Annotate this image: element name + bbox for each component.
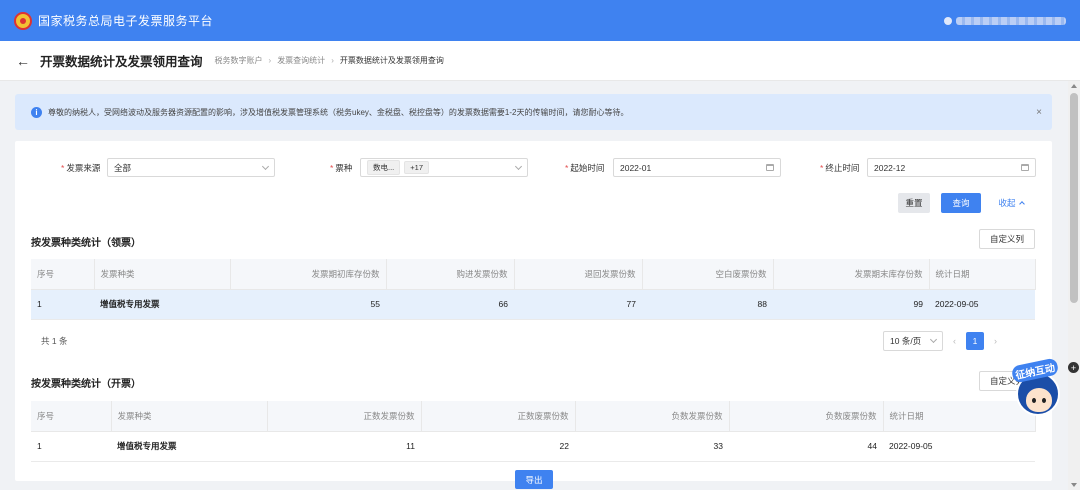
table-cell: 2022-09-05: [883, 431, 1035, 462]
chevron-up-icon: [1018, 201, 1025, 207]
table-cell: 55: [230, 289, 386, 320]
section-title-issue: 按发票种类统计（开票）: [31, 379, 141, 390]
table-cell: 2022-09-05: [929, 289, 1035, 320]
table-cell: 1: [31, 431, 111, 462]
source-label: * 发票来源: [61, 163, 101, 173]
column-header[interactable]: 负数发票份数: [575, 401, 730, 432]
breadcrumb-separator-icon: ›: [331, 56, 334, 65]
tax-emblem-icon: [14, 11, 32, 30]
plus-icon[interactable]: +: [1068, 362, 1079, 373]
notice-text: 尊敬的纳税人，受网络波动及服务器资源配置的影响，涉及增值税发票管理系统（税务uk…: [48, 107, 629, 117]
scroll-up-icon[interactable]: [1071, 84, 1077, 88]
table-cell: 增值税专用发票: [111, 431, 267, 462]
column-header[interactable]: 空白废票份数: [642, 259, 774, 290]
receive-table: 序号 发票种类 发票期初库存份数 购进发票份数 退回发票份数 空白废票份数 发票…: [31, 259, 1036, 320]
scrollbar[interactable]: [1068, 81, 1080, 490]
type-more-tag: +17: [404, 161, 429, 174]
column-header[interactable]: 统计日期: [929, 259, 1036, 290]
table-cell: 11: [267, 431, 421, 462]
collapse-label: 收起: [998, 198, 1016, 208]
assistant-eye: [1032, 398, 1036, 403]
type-select[interactable]: 数电... +17: [360, 158, 528, 177]
table-row[interactable]: 1 增值税专用发票 11 22 33 44 2022-09-05: [31, 431, 1035, 462]
column-header[interactable]: 发票期初库存份数: [230, 259, 387, 290]
table-cell: 66: [386, 289, 514, 320]
user-icon: [944, 16, 952, 25]
table-cell: 44: [729, 431, 883, 462]
page-size-select[interactable]: 10 条/页: [883, 331, 943, 351]
table-cell: 88: [642, 289, 773, 320]
source-value: 全部: [114, 162, 132, 173]
custom-columns-button[interactable]: 自定义列: [979, 229, 1035, 249]
start-label: * 起始时间: [565, 163, 605, 173]
type-tag: 数电...: [367, 160, 401, 175]
source-select[interactable]: 全部: [107, 158, 275, 177]
section-title-receive: 按发票种类统计（领票）: [31, 238, 141, 249]
breadcrumb-item[interactable]: 发票查询统计: [277, 55, 325, 66]
column-header[interactable]: 负数废票份数: [729, 401, 884, 432]
assistant-widget[interactable]: 征纳互动: [1010, 357, 1064, 418]
column-header[interactable]: 购进发票份数: [386, 259, 515, 290]
masked-user-name: [956, 16, 1066, 25]
table-cell: 增值税专用发票: [94, 289, 230, 320]
app-title: 国家税务总局电子发票服务平台: [38, 14, 214, 28]
column-header[interactable]: 退回发票份数: [514, 259, 643, 290]
end-date-picker[interactable]: 2022-12: [867, 158, 1036, 177]
reset-button[interactable]: 重置: [898, 193, 930, 213]
scrollbar-thumb[interactable]: [1070, 93, 1078, 303]
main-content: i 尊敬的纳税人，受网络波动及服务器资源配置的影响，涉及增值税发票管理系统（税务…: [15, 81, 1052, 490]
breadcrumb-separator-icon: ›: [268, 56, 272, 65]
end-label: * 终止时间: [820, 163, 860, 173]
table-row[interactable]: 1 增值税专用发票 55 66 77 88 99 2022-09-05: [31, 289, 1035, 320]
type-label: * 票种: [330, 163, 353, 173]
column-header[interactable]: 正数发票份数: [267, 401, 422, 432]
table-header-row: 序号 发票种类 发票期初库存份数 购进发票份数 退回发票份数 空白废票份数 发票…: [31, 259, 1036, 290]
prev-page-icon[interactable]: ‹: [953, 336, 956, 346]
collapse-button[interactable]: 收起: [991, 193, 1031, 213]
query-button[interactable]: 查询: [941, 193, 981, 213]
close-icon[interactable]: ×: [1036, 107, 1042, 118]
calendar-icon: [766, 164, 774, 171]
scroll-down-icon[interactable]: [1071, 483, 1077, 487]
table-cell: 33: [575, 431, 729, 462]
info-icon: i: [31, 106, 42, 118]
start-date-picker[interactable]: 2022-01: [613, 158, 781, 177]
issue-table: 序号 发票种类 正数发票份数 正数废票份数 负数发票份数 负数废票份数 统计日期…: [31, 401, 1036, 462]
breadcrumb-current: 开票数据统计及发票领用查询: [339, 56, 444, 65]
end-date-value: 2022-12: [874, 162, 906, 173]
query-card: * 发票来源 全部 * 票种 数电... +17 * 起始时间 2022-01 * 终止…: [15, 141, 1052, 481]
assistant-face: [1026, 388, 1052, 412]
user-menu[interactable]: [944, 16, 1066, 25]
table-cell: 99: [773, 289, 929, 320]
calendar-icon: [1021, 164, 1029, 171]
top-bar: 国家税务总局电子发票服务平台: [0, 0, 1080, 41]
column-header[interactable]: 正数废票份数: [421, 401, 576, 432]
back-arrow-icon[interactable]: ←: [16, 53, 30, 69]
column-header[interactable]: 序号: [31, 401, 112, 432]
table-cell: 22: [421, 431, 575, 462]
table-cell: 1: [31, 289, 94, 320]
column-header[interactable]: 序号: [31, 259, 95, 290]
filter-row: * 发票来源 全部 * 票种 数电... +17 * 起始时间 2022-01 * 终止…: [15, 158, 1052, 178]
table-header-row: 序号 发票种类 正数发票份数 正数废票份数 负数发票份数 负数废票份数 统计日期: [31, 401, 1036, 432]
page-size-value: 10 条/页: [890, 336, 922, 346]
chevron-down-icon: [261, 162, 270, 170]
breadcrumb-item[interactable]: 税务数字账户: [215, 55, 263, 66]
total-count: 共 1 条: [41, 336, 68, 346]
page-title: 开票数据统计及发票领用查询: [40, 55, 203, 69]
page-number-current[interactable]: 1: [966, 332, 984, 350]
table-cell: 77: [514, 289, 642, 320]
start-date-value: 2022-01: [620, 162, 652, 173]
notice-banner: i 尊敬的纳税人，受网络波动及服务器资源配置的影响，涉及增值税发票管理系统（税务…: [15, 94, 1052, 130]
next-page-icon[interactable]: ›: [994, 336, 997, 346]
pagination: 10 条/页 ‹ 1 ›: [883, 331, 997, 351]
chevron-down-icon: [514, 162, 523, 170]
column-header[interactable]: 发票期末库存份数: [773, 259, 930, 290]
export-button[interactable]: 导出: [515, 470, 553, 489]
assistant-eye: [1042, 398, 1046, 403]
column-header[interactable]: 发票种类: [111, 401, 268, 432]
column-header[interactable]: 发票种类: [94, 259, 231, 290]
chevron-down-icon: [929, 335, 938, 344]
page-header: ← 开票数据统计及发票领用查询 税务数字账户 › 发票查询统计 › 开票数据统计…: [0, 41, 1080, 81]
